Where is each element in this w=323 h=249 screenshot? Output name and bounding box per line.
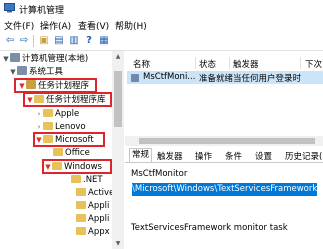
tools-icon [17,66,27,75]
folder-icon [76,201,86,209]
tree-item-label: Appli [88,201,110,211]
folder-icon [71,175,81,183]
tab-general[interactable]: 常规 [129,148,153,162]
chevron-down-icon[interactable]: ▼ [2,53,10,66]
tree-item-net[interactable]: .NET [71,174,103,187]
tab-actions[interactable]: 操作 [195,150,212,162]
column-header-trigger[interactable]: 触发器 [233,58,259,70]
table-row[interactable]: MsCtfMoni... 准备就绪 当任何用户登录时 [127,71,323,84]
scroll-up-icon[interactable]: ▲ [112,51,124,62]
tab-history[interactable]: 历史记录( [285,150,322,162]
tree-item-label: Active [88,188,115,198]
menu-file[interactable]: 文件(F) [4,19,34,32]
scrollbar-thumb[interactable] [139,138,315,144]
tree-item-active[interactable]: Active [76,187,114,200]
column-header-next-run[interactable]: 下次 [305,58,322,70]
folder-icon [43,109,53,117]
task-description-field[interactable]: TextServicesFramework monitor task [131,221,321,235]
highlight-box [42,159,112,174]
highlight-box [33,132,105,147]
up-folder-icon[interactable]: ▣ [37,34,51,48]
folder-icon [43,122,53,130]
highlight-box [23,92,112,107]
tree-item-label: Lenovo [55,122,86,132]
column-separator [300,57,301,69]
column-separator [195,57,196,69]
column-separator [229,57,230,69]
computer-management-icon [4,3,15,13]
task-name: MsCtfMoni... [143,72,196,82]
folder-icon [76,214,86,222]
menu-action[interactable]: 操作(A) [40,19,71,32]
title-bar: 计算机管理 [0,0,323,17]
tab-settings[interactable]: 设置 [255,150,272,162]
scrollbar-thumb[interactable] [114,71,122,127]
task-status: 准备就绪 [199,74,234,84]
tree-item-appli[interactable]: Appli [76,213,109,226]
folder-icon [53,148,63,156]
navigation-tree[interactable]: ▼ 计算机管理(本地) ▼ 系统工具 ▼ 任务计划程序 ▼ 任务计划程序库 › Apple… [0,51,124,249]
tree-item-appli[interactable]: Appli [76,200,109,213]
folder-icon [76,227,86,235]
list-horizontal-scrollbar[interactable] [125,136,323,146]
folder-icon [76,188,86,196]
properties-icon[interactable]: ▥ [67,34,81,48]
tree-item-label: .NET [83,175,103,185]
task-location-field[interactable]: \Microsoft\Windows\TextServicesFramework [132,183,318,196]
tree-item-label: Appli [88,214,110,224]
tab-triggers[interactable]: 触发器 [157,150,183,162]
console-icon[interactable]: ▦ [97,34,111,48]
menu-help[interactable]: 帮助(H) [115,19,147,32]
tree-item-label: 计算机管理(本地) [22,54,89,64]
forward-arrow-icon[interactable]: ⇨ [17,34,31,48]
chevron-right-icon[interactable]: › [35,108,43,121]
task-trigger: 当任何用户登录时 [233,74,302,84]
tab-conditions[interactable]: 条件 [225,150,242,162]
menu-bar: 文件(F) 操作(A) 查看(V) 帮助(H) [0,17,323,32]
tree-item-apple[interactable]: › Apple [35,108,79,121]
help-icon[interactable]: ? [82,34,96,48]
highlight-box [14,78,97,93]
column-header-status[interactable]: 状态 [199,58,216,70]
column-header-name[interactable]: 名称 [133,58,150,70]
details-tabs: 常规 触发器 操作 条件 设置 历史记录( [125,148,323,162]
tree-item-root[interactable]: ▼ 计算机管理(本地) [2,53,88,66]
toolbar-separator [33,35,34,47]
tree-item-appx[interactable]: Appx [76,226,110,239]
tabs-divider [125,162,323,163]
back-arrow-icon[interactable]: ⇦ [3,34,17,48]
tree-scrollbar[interactable]: ▲ ▼ [112,51,124,249]
task-list-pane: 名称 状态 触发器 下次 MsCtfMoni... 准备就绪 当任何用户登录时 … [125,51,323,249]
tree-item-label: Apple [55,109,80,119]
tree-item-label: 系统工具 [29,67,64,77]
menu-view[interactable]: 查看(V) [78,19,109,32]
scroll-down-icon[interactable]: ▼ [112,238,124,249]
show-hide-tree-icon[interactable]: ▤ [52,34,66,48]
window-title: 计算机管理 [19,6,65,16]
computer-management-icon [10,53,20,62]
task-name-field[interactable]: MsCtfMonitor [131,167,323,181]
tree-item-label: Appx [88,227,110,237]
tree-item-label: Office [65,148,90,158]
task-icon [131,74,139,82]
toolbar: ⇦ ⇨ ▣ ▤ ▥ ? ▦ [0,32,323,51]
